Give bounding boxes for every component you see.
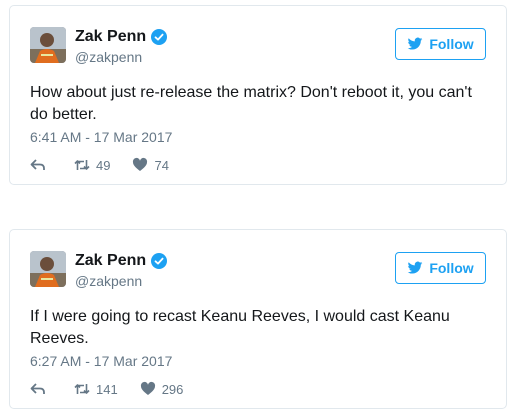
- tweet-card: Zak Penn @zakpenn Follow If I were going…: [9, 229, 507, 409]
- like-count: 74: [154, 157, 169, 173]
- retweet-count: 141: [96, 381, 118, 397]
- reply-button[interactable]: [30, 157, 52, 173]
- follow-button[interactable]: Follow: [395, 28, 486, 60]
- retweet-button[interactable]: 49: [74, 157, 110, 173]
- author-name[interactable]: Zak Penn: [75, 28, 146, 46]
- like-button[interactable]: 74: [132, 157, 169, 173]
- follow-label: Follow: [429, 36, 474, 52]
- reply-button[interactable]: [30, 381, 52, 397]
- tweet-text: How about just re-release the matrix? Do…: [30, 84, 472, 123]
- twitter-bird-icon: [407, 261, 423, 274]
- tweet-text: If I were going to recast Keanu Reeves, …: [30, 308, 450, 347]
- avatar[interactable]: [30, 27, 66, 63]
- twitter-bird-icon: [407, 37, 423, 50]
- reply-icon: [30, 159, 45, 170]
- like-count: 296: [161, 381, 184, 397]
- retweet-icon: [74, 160, 90, 170]
- follow-label: Follow: [429, 260, 474, 276]
- author-handle[interactable]: @zakpenn: [75, 49, 142, 65]
- verified-badge-icon: [151, 253, 168, 269]
- author-name[interactable]: Zak Penn: [75, 252, 146, 270]
- tweet-timestamp[interactable]: 6:41 AM - 17 Mar 2017: [30, 129, 172, 145]
- follow-button[interactable]: Follow: [395, 252, 486, 284]
- like-button[interactable]: 296: [140, 381, 184, 397]
- tweet-timestamp[interactable]: 6:27 AM - 17 Mar 2017: [30, 353, 172, 369]
- retweet-button[interactable]: 141: [74, 381, 118, 397]
- avatar[interactable]: [30, 251, 66, 287]
- heart-icon: [140, 381, 155, 395]
- retweet-count: 49: [96, 157, 111, 173]
- retweet-icon: [74, 384, 90, 394]
- verified-badge-icon: [151, 29, 168, 45]
- reply-icon: [30, 383, 45, 394]
- author-handle[interactable]: @zakpenn: [75, 273, 142, 289]
- tweet-card: Zak Penn @zakpenn Follow How about just …: [9, 5, 507, 185]
- heart-icon: [133, 157, 148, 171]
